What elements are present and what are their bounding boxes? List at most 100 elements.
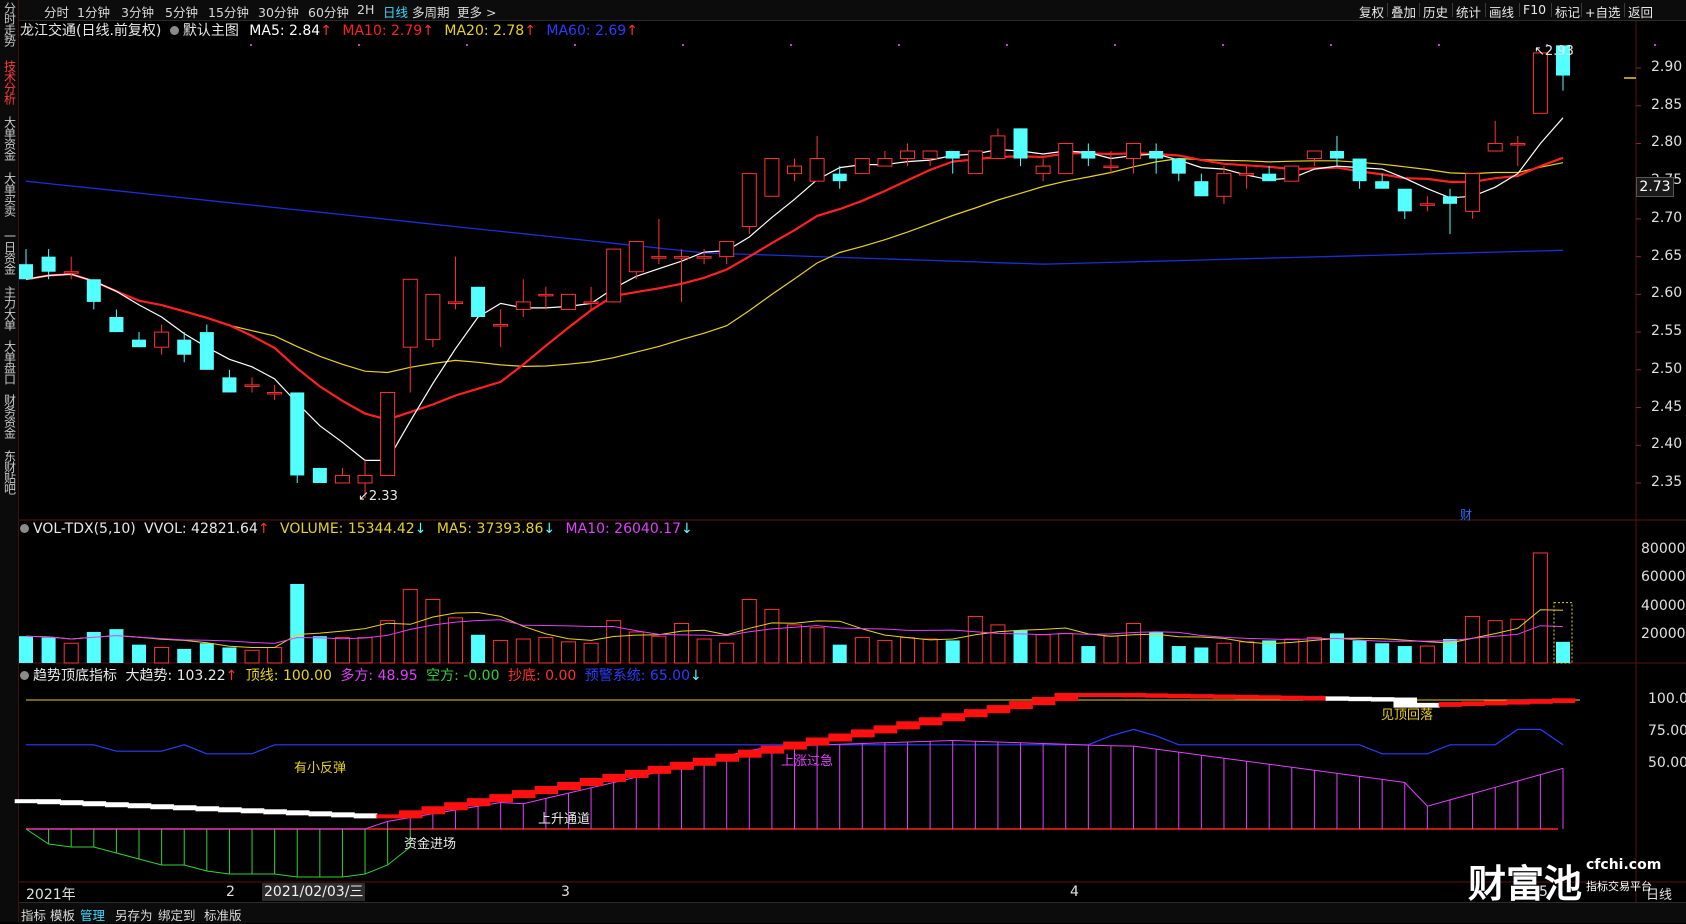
candle-up [1126,142,1142,160]
trend-step [715,753,739,762]
ma20-line [25,157,1564,374]
candle-up [447,301,463,304]
volume-bar-up [1306,637,1322,664]
candle-up [1239,173,1255,176]
candle-down [222,377,237,393]
candle-up [1465,173,1481,212]
trend-step [511,790,536,799]
current-price-tag: 2.73 [1636,177,1674,197]
candle-down [1375,181,1390,189]
trend-step [1506,699,1531,705]
trend-step [1370,697,1395,702]
volume-bar-down [1375,643,1390,663]
price-tick: 2.65 [1651,247,1683,264]
candle-down [41,256,56,272]
trend-step [873,725,898,734]
candle-up [63,271,79,274]
volume-bar-up [63,642,79,664]
volume-bar-up [967,615,983,664]
volume-bar-down [222,647,237,663]
bottom-tab-3[interactable]: 另存为 [115,905,153,924]
volume-bar-down [1352,640,1367,663]
candle-up [1035,165,1051,175]
bottom-tab-4[interactable]: 绑定到 [158,905,196,924]
trend-step [579,777,604,786]
bottom-tab-2[interactable]: 管理 [80,905,105,924]
volume-tick: 40000 [1641,597,1686,614]
candle-up [877,158,893,167]
candle-up [696,256,712,259]
volume-bar-down [1149,631,1164,663]
volume-bar-up [1058,632,1074,664]
candle-down [177,339,192,355]
marker-dot [1222,44,1224,46]
marker-dot [682,44,684,46]
trend-step [534,786,559,795]
candle-down [86,279,101,302]
marker-dot [466,44,468,46]
candle-down [312,467,327,483]
candle-up [1532,52,1548,114]
volume-bar-up [877,639,893,664]
volume-bar-up [651,635,667,664]
volume-bar-down [1013,630,1028,663]
trend-step [1190,694,1214,699]
bottom-tab-0[interactable]: 指标 [21,905,46,924]
price-tick: 2.35 [1651,474,1683,490]
price-tick: 2.90 [1651,59,1683,75]
volume-bar-up [990,624,1006,664]
trend-step [647,765,672,774]
candle-down [1081,151,1096,159]
marker-dot [358,44,360,46]
marker-dot [1114,44,1116,46]
marker-dot [1438,44,1440,46]
bottom-tab-1[interactable]: 模板 [50,905,75,924]
stock-chart[interactable] [0,0,1686,922]
trend-step [1257,695,1282,700]
candle-down [1397,188,1412,212]
candle-up [922,150,938,160]
volume-bar-up [764,608,780,664]
trend-step [941,713,966,722]
date-year: 2021年 [26,887,76,903]
volume-bar-up [154,646,170,664]
candle-up [651,256,667,259]
volume-bar-down [132,644,147,663]
volume-bar-up [447,617,463,664]
trend-step [1235,694,1259,700]
candle-down [199,332,214,370]
date-month-4: 4 [1070,884,1079,900]
marker-dot [1330,44,1332,46]
volume-bar-up [1419,645,1435,664]
trend-step [602,773,626,782]
finance-marker[interactable]: 财 [1460,506,1472,523]
volume-bar-up [1216,642,1232,664]
trend-step [489,794,513,803]
candle-up [515,301,531,310]
candle-up [154,331,170,348]
trend-step [1461,701,1485,707]
trend-step [557,781,581,791]
volume-bar-down [832,644,847,663]
trend-step [150,804,174,810]
trend-step [1551,698,1576,704]
price-tick: 2.70 [1651,209,1683,226]
volume-bar-down [109,629,124,663]
trend-step [1077,692,1101,697]
candle-up [900,150,916,160]
candle-down [1149,151,1164,159]
trend-step [1167,693,1192,699]
volume-tick: 20000 [1641,625,1686,642]
candle-up [967,150,983,175]
candle-up [1306,150,1322,160]
trend-step [353,813,378,819]
trend-step [1212,694,1237,699]
volume-bar-up [1103,635,1119,664]
price-tick: 2.55 [1651,323,1683,340]
volume-bar-up [1532,552,1548,664]
bottom-tab-5[interactable]: 标准版 [204,905,242,924]
funds-in-label: 资金进场 [404,837,457,852]
volume-bar-down [1081,646,1096,663]
trend-step [986,705,1011,714]
trend-step [195,806,220,812]
